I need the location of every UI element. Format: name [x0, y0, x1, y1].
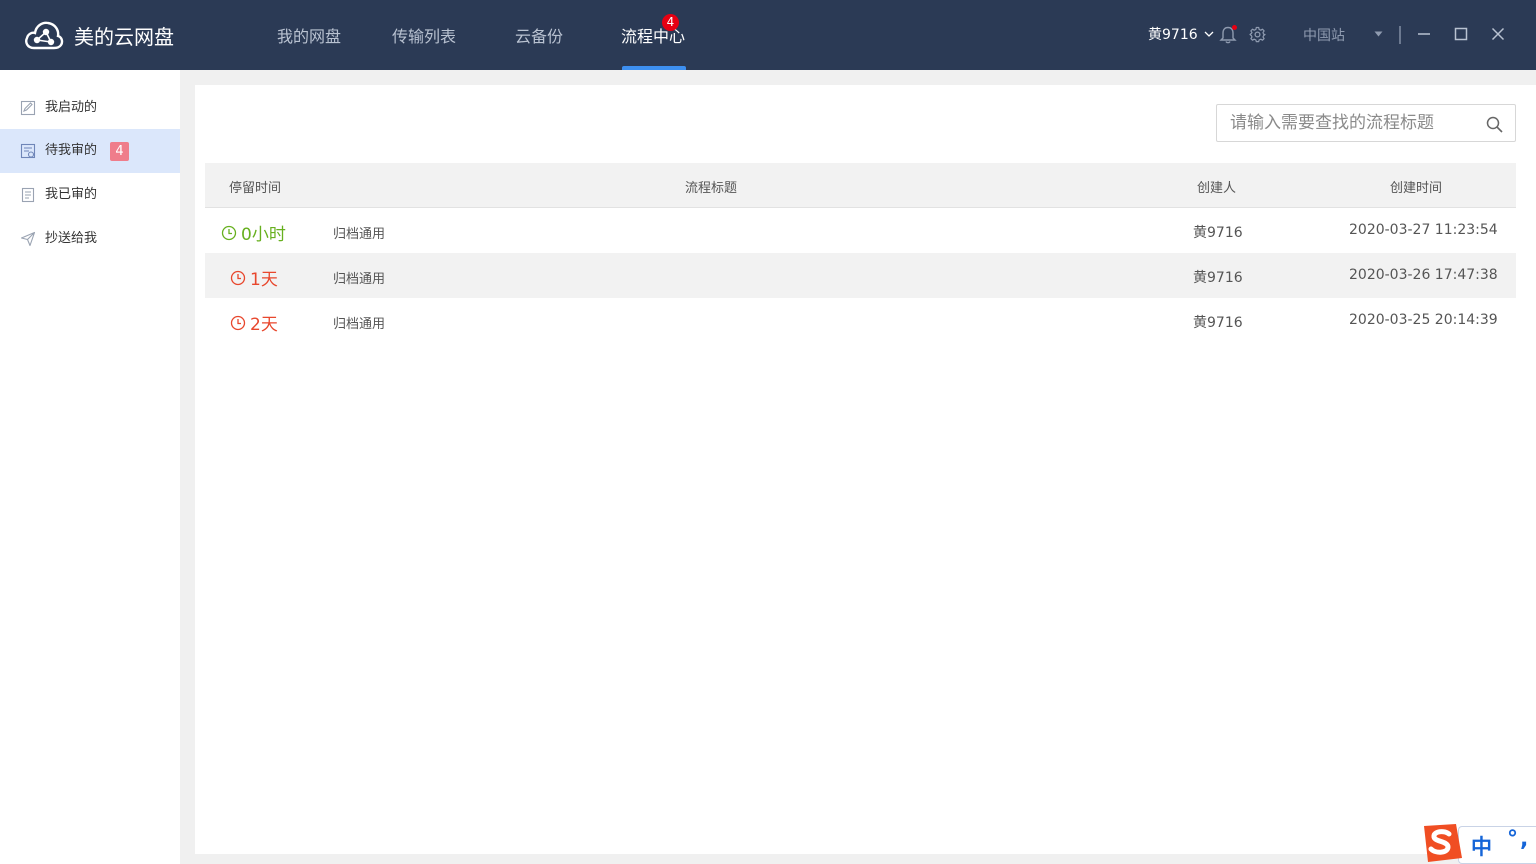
user-name: 黄9716: [1148, 27, 1198, 43]
divider: [1399, 26, 1401, 44]
count-badge: 4: [110, 142, 129, 161]
tab-label: 传输列表: [391, 27, 456, 46]
clock-icon: [230, 315, 246, 330]
table-header: 停留时间 流程标题 创建人 创建时间: [205, 163, 1516, 208]
tab-workflow-center[interactable]: 流程中心 4: [598, 0, 708, 70]
main-panel: 停留时间 流程标题 创建人 创建时间 0小时 归档通用 黄9716 2020-0…: [195, 85, 1536, 854]
title-bar: 美的云网盘 我的网盘 传输列表 云备份 流程中心 4 黄9716 中国站: [0, 0, 1536, 70]
sidebar-item-label: 待我审的: [45, 143, 98, 158]
column-header-created-time: 创建时间: [1390, 181, 1443, 196]
creator-cell: 黄9716: [1193, 315, 1243, 331]
duration-text: 1天: [250, 270, 278, 290]
duration-text: 0小时: [241, 225, 286, 245]
ime-toolbar[interactable]: 中 °,: [1418, 820, 1536, 864]
caret-down-icon: [1374, 31, 1383, 37]
user-menu[interactable]: 黄9716: [1148, 23, 1215, 45]
search-input[interactable]: [1217, 105, 1477, 141]
notification-badge: 4: [662, 14, 679, 31]
app-name: 美的云网盘: [74, 24, 174, 49]
column-header-creator: 创建人: [1197, 181, 1237, 196]
created-time-cell: 2020-03-25 20:14:39: [1349, 312, 1498, 328]
clock-icon: [221, 225, 237, 240]
created-time-cell: 2020-03-27 11:23:54: [1349, 222, 1498, 238]
ime-status: 中 °,: [1458, 826, 1536, 864]
unread-dot: [1232, 25, 1237, 30]
duration-cell: 0小时: [221, 220, 286, 245]
duration-cell: 2天: [230, 310, 278, 335]
workflow-table: 停留时间 流程标题 创建人 创建时间 0小时 归档通用 黄9716 2020-0…: [205, 163, 1516, 343]
tab-transfer-list[interactable]: 传输列表: [369, 0, 479, 70]
site-label: 中国站: [1303, 28, 1345, 44]
sidebar: 我启动的 待我审的 4 我已审的 抄送给我: [0, 70, 180, 864]
created-time-cell: 2020-03-26 17:47:38: [1349, 267, 1498, 283]
title-cell: 归档通用: [333, 227, 386, 242]
clock-icon: [230, 270, 246, 285]
sidebar-item-reviewed[interactable]: 我已审的: [0, 173, 180, 217]
tab-my-drive[interactable]: 我的网盘: [254, 0, 364, 70]
sidebar-item-started-by-me[interactable]: 我启动的: [0, 86, 180, 130]
ime-punctuation: °,: [1507, 827, 1531, 852]
site-select[interactable]: 中国站: [1303, 25, 1383, 45]
close-icon[interactable]: [1489, 25, 1507, 43]
creator-cell: 黄9716: [1193, 225, 1243, 241]
duration-text: 2天: [250, 315, 278, 335]
search-box: [1216, 104, 1516, 142]
sidebar-item-pending-review[interactable]: 待我审的 4: [0, 129, 180, 173]
sidebar-item-label: 我启动的: [45, 100, 98, 115]
edit-doc-icon: [20, 100, 36, 116]
search-icon[interactable]: [1486, 116, 1503, 133]
tab-label: 我的网盘: [276, 27, 341, 46]
send-icon: [20, 231, 36, 247]
table-row[interactable]: 0小时 归档通用 黄9716 2020-03-27 11:23:54: [205, 208, 1516, 253]
title-cell: 归档通用: [333, 272, 386, 287]
gear-icon[interactable]: [1249, 26, 1266, 43]
column-header-title: 流程标题: [685, 181, 738, 196]
sidebar-item-label: 抄送给我: [45, 231, 98, 246]
tab-label: 云备份: [514, 27, 563, 46]
chevron-down-icon: [1204, 31, 1214, 37]
title-cell: 归档通用: [333, 317, 386, 332]
table-row[interactable]: 2天 归档通用 黄9716 2020-03-25 20:14:39: [205, 298, 1516, 343]
maximize-icon[interactable]: [1452, 25, 1470, 43]
sidebar-item-label: 我已审的: [45, 187, 98, 202]
brand: 美的云网盘: [24, 18, 174, 52]
sogou-logo-icon: [1424, 824, 1462, 862]
sidebar-item-cc-to-me[interactable]: 抄送给我: [0, 217, 180, 261]
checked-doc-icon: [21, 187, 35, 203]
ime-language: 中: [1471, 835, 1492, 859]
tab-cloud-backup[interactable]: 云备份: [484, 0, 594, 70]
creator-cell: 黄9716: [1193, 270, 1243, 286]
table-row[interactable]: 1天 归档通用 黄9716 2020-03-26 17:47:38: [205, 253, 1516, 298]
minimize-icon[interactable]: [1415, 25, 1433, 43]
column-header-duration: 停留时间: [229, 181, 282, 196]
pending-doc-icon: [20, 143, 36, 159]
cloud-logo-icon: [25, 21, 64, 50]
duration-cell: 1天: [230, 265, 278, 290]
